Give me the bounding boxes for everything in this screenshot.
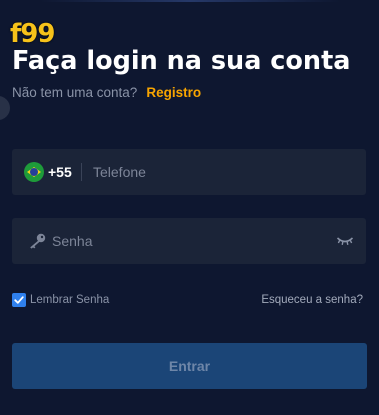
remember-checkbox[interactable] bbox=[12, 293, 26, 307]
top-border-glow bbox=[40, 0, 340, 2]
key-icon bbox=[28, 233, 46, 249]
side-handle bbox=[0, 96, 10, 120]
password-input[interactable] bbox=[52, 218, 322, 264]
field-divider bbox=[81, 163, 82, 181]
phone-field[interactable]: +55 bbox=[12, 149, 366, 195]
eye-closed-icon[interactable] bbox=[336, 234, 354, 248]
forgot-password-link[interactable]: Esqueceu a senha? bbox=[261, 292, 363, 308]
signup-prompt: Não tem uma conta? Registro bbox=[12, 84, 201, 102]
brazil-flag-icon[interactable] bbox=[24, 162, 44, 182]
signup-prompt-text: Não tem uma conta? bbox=[12, 85, 138, 100]
phone-input[interactable] bbox=[93, 149, 353, 195]
page-title: Faça login na sua conta bbox=[12, 46, 351, 76]
checkmark-icon bbox=[14, 296, 24, 304]
login-button[interactable]: Entrar bbox=[12, 343, 367, 389]
remember-label[interactable]: Lembrar Senha bbox=[30, 292, 109, 308]
remember-password[interactable]: Lembrar Senha bbox=[12, 292, 109, 308]
country-dial-code[interactable]: +55 bbox=[48, 163, 72, 181]
password-field[interactable] bbox=[12, 218, 366, 264]
login-page: f99 Faça login na sua conta Não tem uma … bbox=[0, 0, 379, 415]
register-link[interactable]: Registro bbox=[146, 85, 201, 100]
